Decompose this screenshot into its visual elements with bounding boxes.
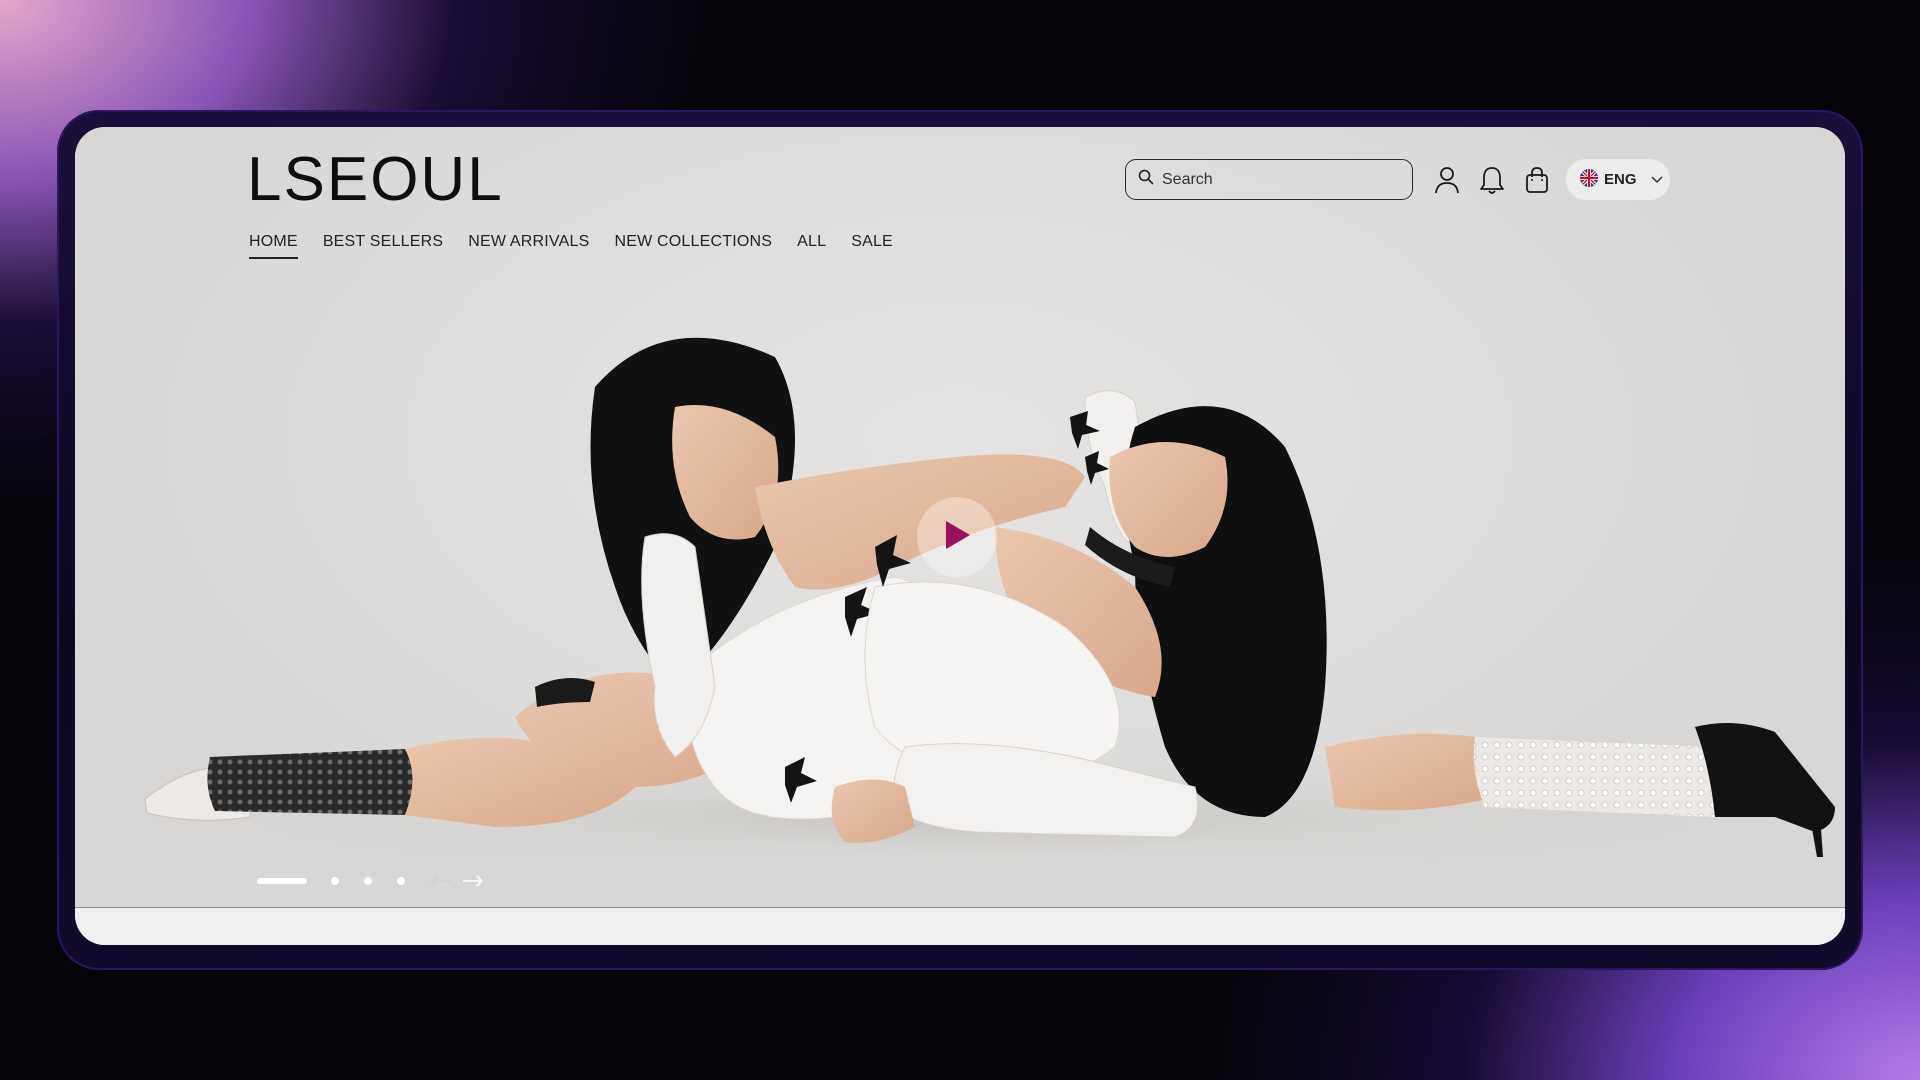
language-code: ENG bbox=[1604, 171, 1637, 188]
carousel-dot[interactable] bbox=[364, 877, 372, 885]
search-box[interactable] bbox=[1125, 159, 1413, 200]
uk-flag-icon bbox=[1580, 168, 1598, 191]
browser-viewport: LSEOUL HOME BEST SELLERS NEW ARRIVALS NE… bbox=[75, 127, 1845, 945]
hero-banner: LSEOUL HOME BEST SELLERS NEW ARRIVALS NE… bbox=[75, 127, 1845, 907]
nav-item-new-arrivals[interactable]: NEW ARRIVALS bbox=[468, 233, 589, 259]
play-icon bbox=[942, 519, 972, 556]
brand-logo[interactable]: LSEOUL bbox=[247, 149, 504, 211]
play-video-button[interactable] bbox=[917, 497, 997, 577]
search-input[interactable] bbox=[1162, 170, 1392, 189]
shopping-bag-icon[interactable] bbox=[1521, 164, 1553, 196]
carousel-indicator-active[interactable] bbox=[257, 878, 307, 884]
carousel-dot[interactable] bbox=[331, 877, 339, 885]
nav-item-home[interactable]: HOME bbox=[249, 233, 298, 259]
search-icon bbox=[1138, 169, 1154, 190]
user-icon[interactable] bbox=[1431, 164, 1463, 196]
nav-item-all[interactable]: ALL bbox=[797, 233, 826, 259]
nav-item-new-collections[interactable]: NEW COLLECTIONS bbox=[614, 233, 772, 259]
arrow-left-icon[interactable] bbox=[430, 875, 452, 887]
carousel-dot[interactable] bbox=[397, 877, 405, 885]
nav-item-sale[interactable]: SALE bbox=[851, 233, 893, 259]
nav-item-best-sellers[interactable]: BEST SELLERS bbox=[323, 233, 443, 259]
main-nav: HOME BEST SELLERS NEW ARRIVALS NEW COLLE… bbox=[249, 233, 893, 259]
language-selector[interactable]: ENG bbox=[1566, 159, 1670, 200]
bell-icon[interactable] bbox=[1476, 164, 1508, 196]
carousel-controls bbox=[257, 875, 494, 887]
content-section-start bbox=[75, 907, 1845, 945]
chevron-down-icon bbox=[1650, 171, 1663, 188]
arrow-right-icon[interactable] bbox=[462, 875, 484, 887]
